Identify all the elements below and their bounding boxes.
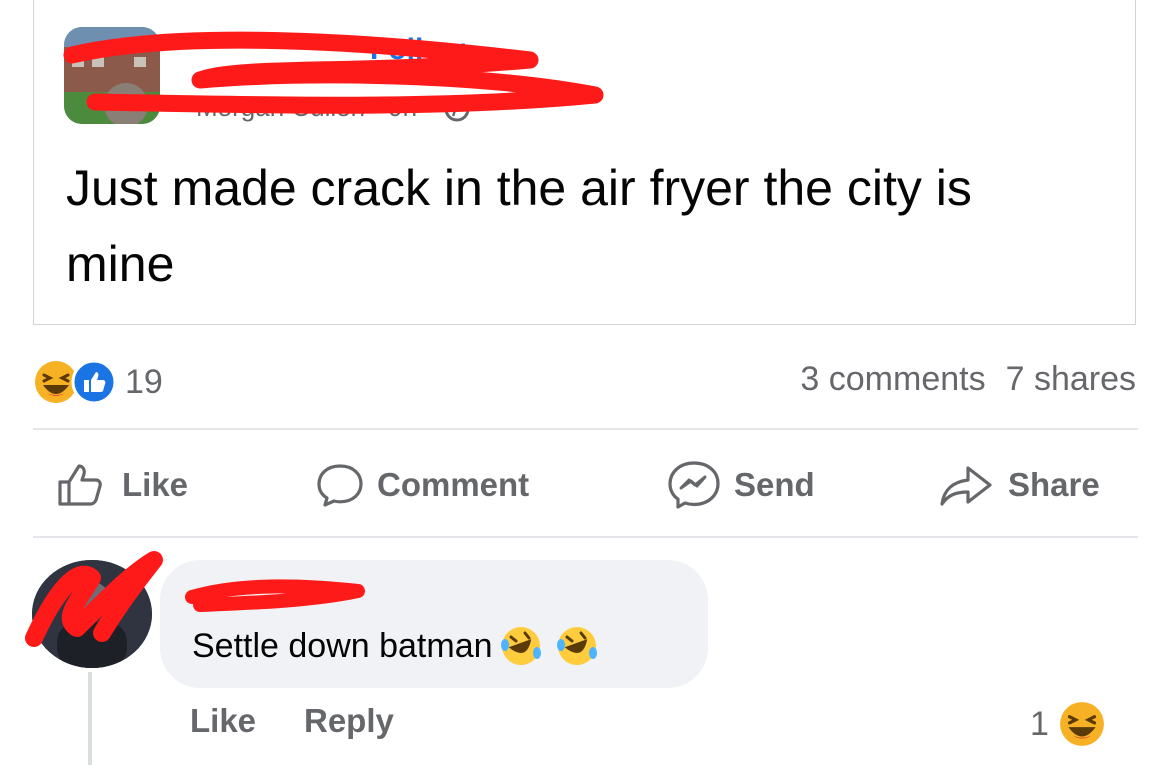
comment-label: Comment	[377, 466, 530, 503]
share-button[interactable]: Share	[938, 462, 1100, 508]
divider-bottom	[33, 536, 1138, 538]
like-button[interactable]: Like	[56, 462, 188, 508]
redaction-scribble	[63, 31, 604, 114]
divider-top	[33, 428, 1138, 430]
shares-count-link[interactable]: 7 shares	[1006, 360, 1136, 399]
rolling-laughing-emoji-icon	[500, 627, 541, 665]
comment-reaction-count: 1	[1030, 705, 1049, 743]
send-label: Send	[734, 466, 815, 503]
thread-line	[88, 672, 92, 765]
avatar-redaction-scribble	[25, 551, 163, 647]
comments-count-link[interactable]: 3 comments	[800, 360, 985, 399]
comment-text-body: Settle down batman	[192, 626, 493, 665]
commenter-name-redaction	[185, 579, 365, 612]
comment-text: Settle down batman	[192, 623, 601, 669]
share-arrow-icon	[940, 466, 992, 506]
comment-button[interactable]: Comment	[315, 462, 529, 508]
messenger-icon	[668, 461, 720, 509]
comment-like-button[interactable]: Like	[190, 702, 256, 740]
comment-reply-button[interactable]: Reply	[304, 702, 394, 740]
reaction-count: 19	[125, 362, 163, 401]
post-stats: 3 comments 7 shares	[800, 360, 1136, 399]
reaction-summary[interactable]: 19	[33, 359, 163, 405]
haha-reaction-icon[interactable]	[1058, 700, 1106, 748]
rolling-laughing-emoji-icon	[556, 627, 597, 665]
like-label: Like	[122, 466, 189, 503]
like-reaction-icon	[71, 359, 117, 405]
share-label: Share	[1008, 466, 1100, 503]
post-text: Just made crack in the air fryer the cit…	[66, 160, 972, 292]
send-button[interactable]: Send	[666, 461, 815, 509]
thumbs-up-icon	[58, 464, 102, 506]
comment-bubble-icon	[317, 464, 363, 507]
